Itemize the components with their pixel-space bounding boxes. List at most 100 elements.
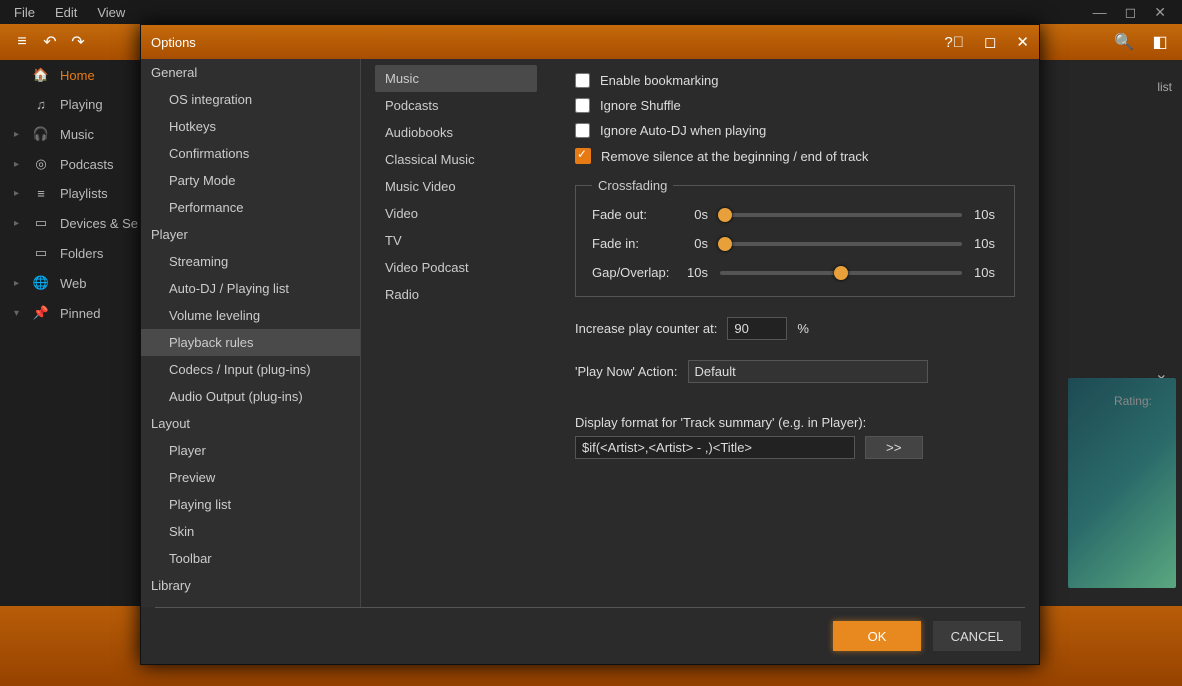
category-item[interactable]: Classical Music: [375, 146, 537, 173]
redo-icon[interactable]: ↷: [64, 28, 92, 56]
checkbox[interactable]: [575, 98, 590, 113]
sidebar-item-label: Pinned: [60, 306, 100, 321]
category-item[interactable]: Podcasts: [375, 92, 537, 119]
nav-item[interactable]: Volume leveling: [141, 302, 360, 329]
panel-toggle-icon[interactable]: ≡: [8, 28, 36, 56]
check-ignore-autodj[interactable]: Ignore Auto-DJ when playing: [575, 123, 1015, 138]
suffix: %: [797, 321, 809, 336]
category-item[interactable]: Music: [375, 65, 537, 92]
nav-item[interactable]: Playing list: [141, 491, 360, 518]
check-remove-silence[interactable]: Remove silence at the beginning / end of…: [575, 148, 1015, 164]
checkbox[interactable]: [575, 148, 591, 164]
playlist-icon: ≡: [32, 186, 50, 201]
window-minimize-icon[interactable]: —: [1093, 4, 1107, 21]
podcast-icon: ◎: [32, 156, 50, 172]
nav-item[interactable]: OS integration: [141, 86, 360, 113]
slider-max: 10s: [974, 265, 998, 280]
album-artwork: [1068, 378, 1176, 588]
nav-item[interactable]: Confirmations: [141, 140, 360, 167]
nav-group-header[interactable]: General: [141, 59, 360, 86]
dialog-maximize-icon[interactable]: ◻: [984, 33, 996, 51]
options-dialog: Options ?⃝ ◻ ✕ GeneralOS integrationHotk…: [140, 24, 1040, 665]
menu-edit[interactable]: Edit: [45, 2, 87, 23]
ok-button[interactable]: OK: [833, 621, 921, 651]
category-item[interactable]: Music Video: [375, 173, 537, 200]
cancel-button[interactable]: CANCEL: [933, 621, 1021, 651]
slider-fade-in[interactable]: Fade in: 0s 10s: [592, 236, 998, 251]
nav-item[interactable]: Performance: [141, 194, 360, 221]
checkbox[interactable]: [575, 123, 590, 138]
nav-group-header[interactable]: Player: [141, 221, 360, 248]
slider-thumb[interactable]: [834, 266, 848, 280]
play-now-select[interactable]: Default: [688, 360, 928, 383]
slider-min: 0s: [684, 236, 708, 251]
nav-group-header[interactable]: Layout: [141, 410, 360, 437]
dialog-close-icon[interactable]: ✕: [1016, 33, 1029, 51]
slider-gap-overlap[interactable]: Gap/Overlap: 10s 10s: [592, 265, 998, 280]
sidebar-item-label: Home: [60, 68, 95, 83]
sidebar-item-label: Folders: [60, 246, 103, 261]
sidebar-item-label: Podcasts: [60, 157, 113, 172]
menu-file[interactable]: File: [4, 2, 45, 23]
display-format-input[interactable]: [575, 436, 855, 459]
slider-label: Fade out:: [592, 207, 672, 222]
nav-item[interactable]: Toolbar: [141, 545, 360, 572]
sidebar-item-label: Web: [60, 276, 87, 291]
nav-item[interactable]: Preview: [141, 464, 360, 491]
play-counter-input[interactable]: [727, 317, 787, 340]
nav-item[interactable]: Auto-DJ / Playing list: [141, 275, 360, 302]
label: 'Play Now' Action:: [575, 364, 678, 379]
sidebar-item-label: Devices & Se: [60, 216, 138, 231]
slider-label: Gap/Overlap:: [592, 265, 672, 280]
slider-label: Fade in:: [592, 236, 672, 251]
nav-group-header[interactable]: Library: [141, 572, 360, 599]
check-label: Ignore Shuffle: [600, 98, 681, 113]
window-maximize-icon[interactable]: ◻: [1125, 4, 1137, 21]
nav-item[interactable]: Streaming: [141, 248, 360, 275]
layout-icon[interactable]: ◧: [1146, 28, 1174, 56]
expand-format-button[interactable]: >>: [865, 436, 923, 459]
rating-label: Rating:: [1114, 394, 1152, 408]
window-close-icon[interactable]: ✕: [1154, 4, 1166, 21]
pin-icon: 📌: [32, 305, 50, 321]
list-label: list: [1157, 80, 1172, 94]
checkbox[interactable]: [575, 73, 590, 88]
check-ignore-shuffle[interactable]: Ignore Shuffle: [575, 98, 1015, 113]
search-icon[interactable]: 🔍: [1110, 28, 1138, 56]
dialog-titlebar: Options ?⃝ ◻ ✕: [141, 25, 1039, 59]
slider-thumb[interactable]: [718, 208, 732, 222]
nav-item[interactable]: Party Mode: [141, 167, 360, 194]
nav-item[interactable]: Hotkeys: [141, 113, 360, 140]
sidebar-item-label: Playing: [60, 97, 103, 112]
nav-item[interactable]: Codecs / Input (plug-ins): [141, 356, 360, 383]
menu-view[interactable]: View: [87, 2, 135, 23]
slider-track[interactable]: [720, 271, 962, 275]
slider-min: 10s: [684, 265, 708, 280]
slider-track[interactable]: [720, 213, 962, 217]
label: Display format for 'Track summary' (e.g.…: [575, 415, 1015, 430]
nav-item[interactable]: Skin: [141, 518, 360, 545]
category-item[interactable]: Video Podcast: [375, 254, 537, 281]
slider-thumb[interactable]: [718, 237, 732, 251]
category-item[interactable]: Audiobooks: [375, 119, 537, 146]
category-item[interactable]: TV: [375, 227, 537, 254]
help-icon[interactable]: ?⃝: [944, 34, 964, 51]
slider-max: 10s: [974, 236, 998, 251]
category-item[interactable]: Radio: [375, 281, 537, 308]
check-label: Enable bookmarking: [600, 73, 719, 88]
nav-item[interactable]: Playback rules: [141, 329, 360, 356]
device-icon: ▭: [32, 215, 50, 231]
headphones-icon: 🎧: [32, 126, 50, 142]
undo-icon[interactable]: ↶: [36, 28, 64, 56]
nav-item[interactable]: Player: [141, 437, 360, 464]
nav-item[interactable]: Audio Output (plug-ins): [141, 383, 360, 410]
home-icon: 🏠: [32, 67, 50, 83]
dialog-title: Options: [151, 35, 196, 50]
slider-track[interactable]: [720, 242, 962, 246]
folder-icon: ▭: [32, 245, 50, 261]
category-item[interactable]: Video: [375, 200, 537, 227]
check-enable-bookmarking[interactable]: Enable bookmarking: [575, 73, 1015, 88]
category-list[interactable]: MusicPodcastsAudiobooksClassical MusicMu…: [361, 59, 551, 607]
slider-fade-out[interactable]: Fade out: 0s 10s: [592, 207, 998, 222]
settings-tree[interactable]: GeneralOS integrationHotkeysConfirmation…: [141, 59, 361, 607]
